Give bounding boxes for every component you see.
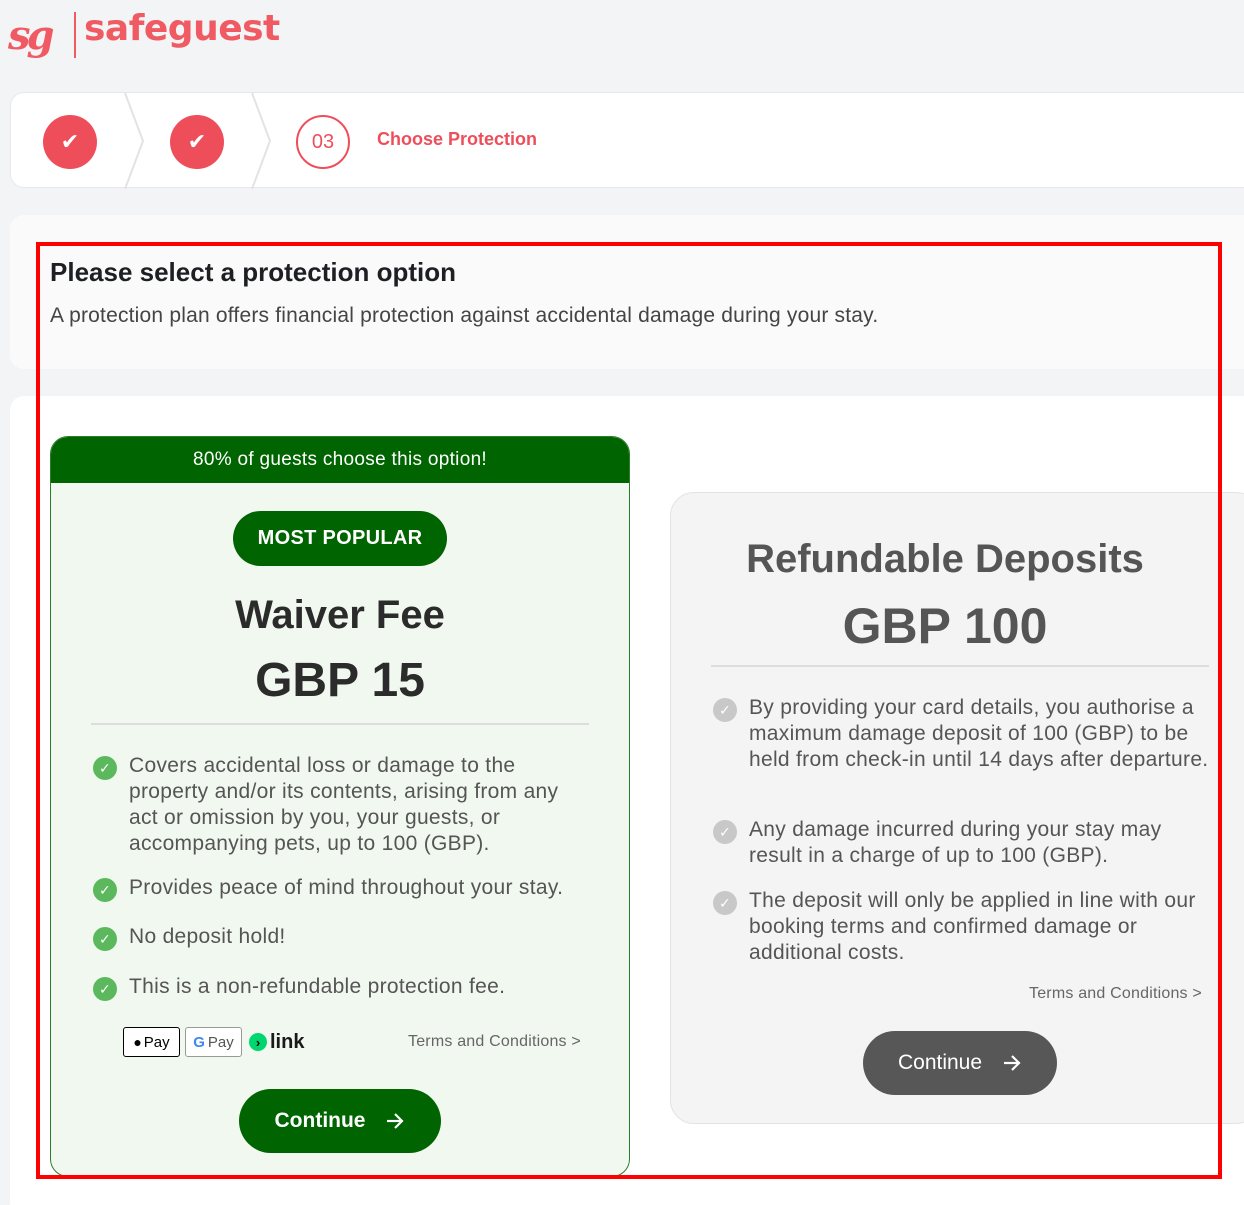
chevron-right-icon [251, 93, 272, 189]
step-3-current[interactable]: 03 [296, 115, 350, 169]
deposit-title: Refundable Deposits [746, 537, 1144, 581]
refundable-deposit-card[interactable]: Refundable Deposits GBP 100 ✓ By providi… [670, 492, 1244, 1124]
intro-panel: Please select a protection option A prot… [10, 215, 1244, 369]
divider [711, 665, 1209, 667]
check-circle-icon: ✓ [93, 927, 117, 951]
feature-text: By providing your card details, you auth… [749, 696, 1209, 771]
feature-item: ✓ Any damage incurred during your stay m… [713, 817, 1213, 869]
feature-item: ✓ Provides peace of mind throughout your… [93, 875, 593, 902]
step-3-label: Choose Protection [377, 129, 538, 149]
waiver-fee-title: Waiver Fee [235, 593, 445, 637]
feature-text: Any damage incurred during your stay may… [749, 818, 1162, 867]
apple-icon: ● [133, 1034, 142, 1050]
logo-divider [74, 12, 76, 58]
payment-methods: ● Pay G Pay › link [123, 1027, 304, 1057]
check-circle-icon: ✓ [713, 698, 737, 722]
feature-item: ✓ This is a non-refundable protection fe… [93, 974, 593, 1001]
google-icon: G [193, 1033, 205, 1051]
link-pay-badge: › link [249, 1031, 304, 1054]
divider [91, 723, 589, 725]
header: sg safeguest [0, 0, 1244, 80]
arrow-right-icon [1004, 1055, 1021, 1071]
feature-text: Provides peace of mind throughout your s… [129, 876, 564, 899]
check-icon: ✔ [187, 129, 207, 154]
step-1-complete[interactable]: ✔ [43, 115, 97, 169]
feature-item: ✓ No deposit hold! [93, 924, 593, 951]
feature-text: The deposit will only be applied in line… [749, 889, 1196, 964]
link-arrow-icon: › [249, 1033, 267, 1051]
deposit-price: GBP 100 [842, 598, 1048, 654]
most-popular-badge: MOST POPULAR [233, 511, 447, 566]
popularity-banner: 80% of guests choose this option! [51, 437, 629, 483]
progress-stepper: ✔ ✔ 03 Choose Protection [10, 92, 1244, 189]
feature-item: ✓ Covers accidental loss or damage to th… [93, 753, 593, 857]
check-circle-icon: ✓ [93, 977, 117, 1001]
google-pay-badge: G Pay [185, 1027, 242, 1057]
feature-item: ✓ By providing your card details, you au… [713, 695, 1213, 773]
waiver-fee-card[interactable]: 80% of guests choose this option! MOST P… [50, 436, 630, 1177]
waiver-continue-button[interactable]: Continue [239, 1089, 441, 1153]
page-title: Please select a protection option [50, 257, 456, 287]
terms-link[interactable]: Terms and Conditions > [408, 1033, 581, 1051]
check-circle-icon: ✓ [713, 891, 737, 915]
arrow-right-icon [387, 1113, 405, 1129]
waiver-fee-price: GBP 15 [255, 654, 425, 707]
check-icon: ✔ [60, 129, 80, 154]
page-description: A protection plan offers financial prote… [50, 304, 879, 327]
terms-link[interactable]: Terms and Conditions > [1029, 985, 1202, 1003]
feature-text: This is a non-refundable protection fee. [129, 975, 506, 998]
check-circle-icon: ✓ [93, 878, 117, 902]
safeguest-logo-text[interactable]: safeguest [84, 8, 280, 49]
deposit-continue-button[interactable]: Continue [863, 1031, 1057, 1095]
apple-pay-badge: ● Pay [123, 1027, 180, 1057]
feature-item: ✓ The deposit will only be applied in li… [713, 888, 1213, 966]
check-circle-icon: ✓ [713, 820, 737, 844]
safeguest-logo-mark[interactable]: sg [8, 12, 54, 59]
check-circle-icon: ✓ [93, 756, 117, 780]
feature-text: No deposit hold! [129, 925, 286, 948]
step-2-complete[interactable]: ✔ [170, 115, 224, 169]
feature-text: Covers accidental loss or damage to the … [129, 754, 559, 855]
chevron-right-icon [124, 93, 145, 189]
